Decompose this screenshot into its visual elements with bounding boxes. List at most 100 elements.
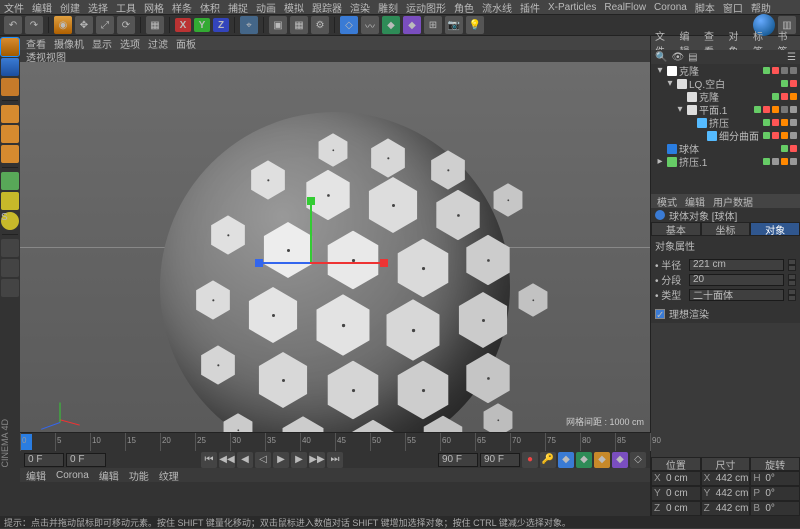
menu-创建[interactable]: 创建 [60, 0, 80, 15]
coord-cell[interactable]: B0° [750, 501, 800, 516]
prev-frame-icon[interactable]: ◀ [237, 452, 253, 468]
planar-mode-icon[interactable] [1, 279, 19, 297]
tag-icon[interactable] [781, 132, 788, 139]
visibility-dot[interactable] [763, 158, 770, 165]
menu-雕刻[interactable]: 雕刻 [378, 0, 398, 15]
attr-tab[interactable]: 坐标 [701, 222, 751, 236]
tag-icon[interactable] [790, 106, 797, 113]
tag-icon[interactable] [790, 67, 797, 74]
expand-icon[interactable]: ▾ [665, 78, 675, 89]
tree-row[interactable]: 细分曲面 [651, 129, 800, 142]
play-back-icon[interactable]: ◁ [255, 452, 271, 468]
redo-icon[interactable]: ↷ [25, 16, 43, 34]
key-scale-icon[interactable]: ◆ [576, 452, 592, 468]
attr-tab[interactable]: 基本 [651, 222, 701, 236]
spinner-icon[interactable] [788, 259, 796, 271]
viewmenu-item[interactable]: 显示 [92, 36, 112, 51]
model-mode-icon[interactable] [1, 38, 19, 56]
visibility-dot[interactable] [772, 132, 779, 139]
current-frame-field[interactable]: 0 F [66, 453, 106, 467]
menu-窗口[interactable]: 窗口 [723, 0, 743, 15]
viewport[interactable]: 网格间距 : 1000 cm [20, 62, 650, 432]
material-tab[interactable]: 纹理 [159, 468, 179, 483]
tree-row[interactable]: ▸挤压.1 [651, 155, 800, 168]
tree-row[interactable]: ▾克隆 [651, 64, 800, 77]
menu-捕捉[interactable]: 捕捉 [228, 0, 248, 15]
menu-编辑[interactable]: 编辑 [32, 0, 52, 15]
prop-input[interactable]: 221 cm [689, 259, 784, 271]
coord-cell[interactable]: Y0 cm [651, 486, 701, 501]
attr-menu[interactable]: 模式编辑用户数据 [651, 194, 800, 208]
attr-menu-item[interactable]: 编辑 [685, 194, 705, 209]
scale-icon[interactable]: ⤢ [96, 16, 114, 34]
material-tab[interactable]: Corona [56, 470, 89, 481]
menu-选择[interactable]: 选择 [88, 0, 108, 15]
om-search-icon[interactable]: 🔍 [655, 52, 667, 63]
prop-input[interactable]: 二十面体 [689, 289, 784, 301]
camera-icon[interactable]: 📷 [445, 16, 463, 34]
menu-动画[interactable]: 动画 [256, 0, 276, 15]
goto-end-icon[interactable]: ⏭ [327, 452, 343, 468]
scene-sphere-object[interactable] [160, 112, 510, 432]
coord-cell[interactable]: Z442 cm [701, 501, 751, 516]
spinner-icon[interactable] [788, 274, 796, 286]
rotate-icon[interactable]: ⟳ [117, 16, 135, 34]
poly-mode-icon[interactable] [1, 145, 19, 163]
snap-icon[interactable]: S [1, 212, 19, 230]
menu-网格[interactable]: 网格 [144, 0, 164, 15]
visibility-dot[interactable] [772, 158, 779, 165]
menu-流水线[interactable]: 流水线 [482, 0, 512, 15]
tag-icon[interactable] [790, 158, 797, 165]
material-tab[interactable]: 编辑 [99, 468, 119, 483]
environment-icon[interactable]: ⊞ [424, 16, 442, 34]
visibility-dot[interactable] [781, 93, 788, 100]
visibility-dot[interactable] [763, 106, 770, 113]
expand-icon[interactable]: ▾ [655, 65, 665, 76]
render-settings-icon[interactable]: ⚙ [311, 16, 329, 34]
light-icon[interactable]: 💡 [466, 16, 484, 34]
menu-X-Particles[interactable]: X-Particles [548, 2, 596, 13]
key-rot-icon[interactable]: ◆ [594, 452, 610, 468]
material-manager[interactable] [20, 482, 650, 516]
main-menu[interactable]: 文件编辑创建选择工具网格样条体积捕捉动画模拟跟踪器渲染雕刻运动图形角色流水线插件… [0, 0, 800, 14]
expand-icon[interactable]: ▸ [655, 156, 665, 167]
visibility-dot[interactable] [772, 119, 779, 126]
visibility-dot[interactable] [763, 132, 770, 139]
viewmenu-item[interactable]: 选项 [120, 36, 140, 51]
undo-icon[interactable]: ↶ [4, 16, 22, 34]
prim-cube-icon[interactable]: ◇ [340, 16, 358, 34]
point-mode-icon[interactable] [1, 105, 19, 123]
om-filter-icon[interactable]: ▤ [688, 52, 697, 63]
texture-mode-icon[interactable] [1, 58, 19, 76]
range-start-field[interactable]: 0 F [24, 453, 64, 467]
deformer-icon[interactable]: ◆ [403, 16, 421, 34]
material-tab[interactable]: 编辑 [26, 468, 46, 483]
edge-mode-icon[interactable] [1, 125, 19, 143]
menu-跟踪器[interactable]: 跟踪器 [312, 0, 342, 15]
viewport-menu[interactable]: 查看摄像机显示选项过滤面板 [20, 36, 650, 50]
tweak-mode-icon[interactable] [1, 192, 19, 210]
visibility-dot[interactable] [781, 80, 788, 87]
tag-icon[interactable] [781, 67, 788, 74]
menu-RealFlow[interactable]: RealFlow [604, 2, 646, 13]
om-eye-icon[interactable]: 👁 [671, 52, 684, 63]
object-manager-menu[interactable]: 文件编辑查看对象标签书签 [651, 36, 800, 50]
key-pos-icon[interactable]: ◆ [558, 452, 574, 468]
om-flat-icon[interactable]: ☰ [787, 52, 796, 63]
axis-mode-icon[interactable] [1, 172, 19, 190]
prop-input[interactable]: 20 [689, 274, 784, 286]
tag-icon[interactable] [781, 158, 788, 165]
menu-Corona[interactable]: Corona [654, 2, 687, 13]
workplane-icon[interactable] [1, 239, 19, 257]
coord-cell[interactable]: Y442 cm [701, 486, 751, 501]
menu-角色[interactable]: 角色 [454, 0, 474, 15]
timeline-ruler[interactable]: 051015202530354045505560657075808590 [20, 432, 650, 450]
material-tabs[interactable]: 编辑Corona编辑功能纹理 [20, 468, 650, 482]
tag-icon[interactable] [781, 106, 788, 113]
visibility-dot[interactable] [790, 80, 797, 87]
coord-cell[interactable]: H0° [750, 471, 800, 486]
coord-system-icon[interactable]: ⌖ [240, 16, 258, 34]
menu-渲染[interactable]: 渲染 [350, 0, 370, 15]
menu-体积[interactable]: 体积 [200, 0, 220, 15]
play-icon[interactable]: ▶ [273, 452, 289, 468]
